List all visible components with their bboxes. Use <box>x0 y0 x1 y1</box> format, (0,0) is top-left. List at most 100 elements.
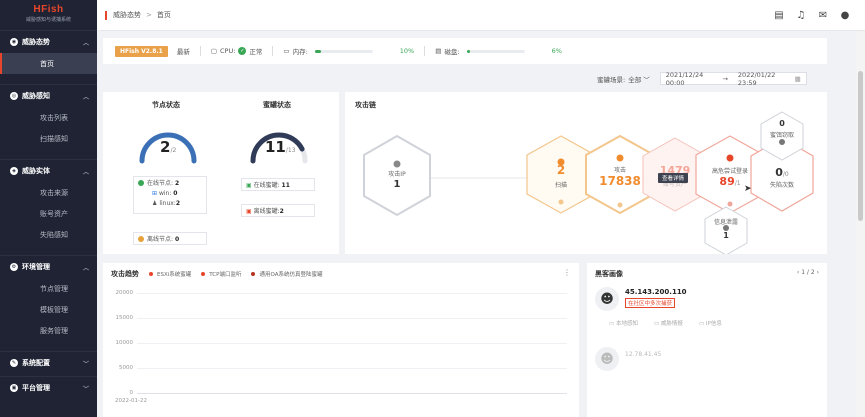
legend-label: 通用OA系统仿真登陆蜜罐 <box>259 272 323 278</box>
legend-item[interactable]: ESXi系统蜜罐 <box>149 270 191 278</box>
grid-line <box>137 343 567 344</box>
main-content: HFish V2.8.1 最新 ▢ CPU: ✓ 正常 ▭ 内存: 10% ▤ … <box>97 31 865 417</box>
online-honeypots-label: 在线蜜罐: <box>253 182 280 189</box>
divider <box>199 46 201 56</box>
memory-label: 内存: <box>292 48 308 56</box>
legend-item[interactable]: TCP端口监听 <box>201 270 241 278</box>
scrollbar-thumb[interactable] <box>858 71 863 221</box>
ip-icon <box>393 160 401 168</box>
breadcrumb-marker <box>105 10 107 20</box>
disk-icon: ▤ <box>435 47 442 55</box>
memory-progress-fill <box>314 49 321 53</box>
sidebar-group-situation: ◉ 威胁态势 ︿ 首页 <box>0 30 97 74</box>
date-separator: → <box>722 74 728 83</box>
scan-value: 2 <box>556 163 566 177</box>
chevron-up-icon: ︿ <box>82 168 89 176</box>
sidebar: HFish 威胁感知与诱捕系统 ◉ 威胁态势 ︿ 首页 ◎ 威胁感知 ︿ 攻击列… <box>0 0 97 417</box>
sidebar-group-head-environment[interactable]: ⚙ 环境管理 ︿ <box>0 256 97 278</box>
more-icon[interactable]: ⋮ <box>563 268 571 277</box>
bait-icon <box>779 139 785 145</box>
legend-label: TCP端口监听 <box>209 272 242 278</box>
scene-select-value: 全部 <box>628 75 642 84</box>
breadcrumb-item[interactable]: 威胁态势 <box>113 10 141 20</box>
sidebar-group-head-perception[interactable]: ◎ 威胁感知 ︿ <box>0 85 97 107</box>
scene-select[interactable]: 全部 ﹀ <box>628 74 650 84</box>
memory-percent: 10% <box>399 47 415 55</box>
sidebar-item-template-mgmt[interactable]: 模板管理 <box>0 299 97 320</box>
action-ipinfo[interactable]: ▭ IP信息 <box>699 319 722 327</box>
memory-icon: ▭ <box>283 47 290 55</box>
scrollbar[interactable] <box>856 31 865 417</box>
sidebar-item-attack-list[interactable]: 攻击列表 <box>0 107 97 128</box>
fall-label: 失陷次数 <box>769 182 794 189</box>
info-value: 1 <box>723 231 729 240</box>
sidebar-group-label: 威胁实体 <box>22 167 50 175</box>
fall-total: /0 <box>782 171 789 178</box>
bell-icon[interactable]: ♫ <box>795 9 807 21</box>
hacker-entry[interactable]: 45.143.200.110 在社区中多次捕获 <box>625 288 687 308</box>
linux-value: 2 <box>175 200 181 207</box>
honeypot-count: 11/13 <box>265 138 296 156</box>
chevron-down-icon: ﹀ <box>643 75 650 84</box>
hacker-profile-title: 黑客画像 <box>595 270 623 278</box>
brand: HFish 威胁感知与诱捕系统 <box>0 0 97 30</box>
brute-count: 89/1 <box>705 175 755 188</box>
sidebar-group-head-platform[interactable]: ▣ 平台管理 ﹀ <box>0 377 97 399</box>
bait-value: 0 <box>779 119 785 128</box>
date-start: 2021/12/24 00:00 <box>665 70 704 87</box>
disk-label: 磁盘: <box>444 48 460 56</box>
online-honeypots-box: ▣ 在线蜜罐: 11 <box>241 178 315 191</box>
user-icon[interactable]: ● <box>839 9 851 21</box>
action-local[interactable]: ▭ 本地感知 <box>609 319 638 327</box>
check-icon: ✓ <box>238 47 247 55</box>
sidebar-group-head-config[interactable]: ✎ 系统配置 ﹀ <box>0 352 97 374</box>
sidebar-group-head-entity[interactable]: ◈ 威胁实体 ︿ <box>0 160 97 182</box>
attack-trend-title: 攻击趋势 <box>111 270 139 278</box>
grid-line <box>137 318 567 319</box>
date-range-picker[interactable]: 2021/12/24 00:00 → 2022/01/22 23:59 ▦ <box>659 70 807 87</box>
online-nodes-row: 在线节点: 2 <box>138 179 202 189</box>
honeypot-online-icon: ▣ <box>246 182 252 189</box>
y-tick: 15000 <box>115 315 134 321</box>
latest-label: 最新 <box>176 48 190 56</box>
honeypot-status-title: 蜜罐状态 <box>263 101 291 109</box>
action-label: IP信息 <box>705 321 722 327</box>
book-icon[interactable]: ▤ <box>773 9 785 21</box>
attack-arrow-icon <box>617 202 623 208</box>
chevron-up-icon: ︿ <box>82 93 89 101</box>
disk-status: ▤ 磁盘: 6% <box>435 46 562 56</box>
breadcrumb-item-current: 首页 <box>156 11 171 19</box>
sidebar-item-scan-perception[interactable]: 扫描感知 <box>0 128 97 149</box>
chevron-down-icon: ﹀ <box>82 385 89 393</box>
info-label: 信息泄露 <box>713 219 738 226</box>
cpu-state: 正常 <box>249 48 263 56</box>
fall-count: 0/0 <box>762 166 802 179</box>
hacker-ip[interactable]: 45.143.200.110 <box>625 288 687 296</box>
profile-pager[interactable]: ‹ 1 / 2 › <box>797 269 819 276</box>
action-intel[interactable]: ▭ 威胁情报 <box>654 319 683 327</box>
view-details-tooltip[interactable]: 查看详情 <box>658 173 689 183</box>
sidebar-item-account-assets[interactable]: 账号资产 <box>0 203 97 224</box>
disk-progress-fill <box>466 49 471 53</box>
date-end: 2022/01/22 23:59 <box>737 70 776 87</box>
source-label: 攻击IP <box>388 171 406 178</box>
settings-icon: ⚙ <box>10 263 18 271</box>
honeypot-count-total: /13 <box>285 147 296 154</box>
divider <box>424 46 426 56</box>
filter-row: 蜜罐场景: 全部 ﹀ 2021/12/24 00:00 → 2022/01/22… <box>597 70 807 87</box>
y-tick: 10000 <box>115 340 134 346</box>
sidebar-group-head-situation[interactable]: ◉ 威胁态势 ︿ <box>0 31 97 53</box>
grid-line <box>137 293 567 294</box>
hacker-ip-2[interactable]: 12.78.41.45 <box>625 351 661 358</box>
sidebar-item-service-mgmt[interactable]: 服务管理 <box>0 320 97 341</box>
chevron-down-icon: ﹀ <box>82 360 89 368</box>
sidebar-item-node-mgmt[interactable]: 节点管理 <box>0 278 97 299</box>
sidebar-item-attack-source[interactable]: 攻击来源 <box>0 182 97 203</box>
legend-item[interactable]: 通用OA系统仿真登陆蜜罐 <box>251 270 322 278</box>
sidebar-item-home[interactable]: 首页 <box>0 53 97 74</box>
sidebar-item-compromise[interactable]: 失陷感知 <box>0 224 97 245</box>
legend-dot <box>201 272 206 276</box>
chat-icon[interactable]: ✉ <box>817 9 829 21</box>
attack-trend-card: 攻击趋势 ESXi系统蜜罐 TCP端口监听 通用OA系统仿真登陆蜜罐 ⋮ 200… <box>103 263 579 417</box>
sidebar-group-perception: ◎ 威胁感知 ︿ 攻击列表 扫描感知 <box>0 84 97 149</box>
